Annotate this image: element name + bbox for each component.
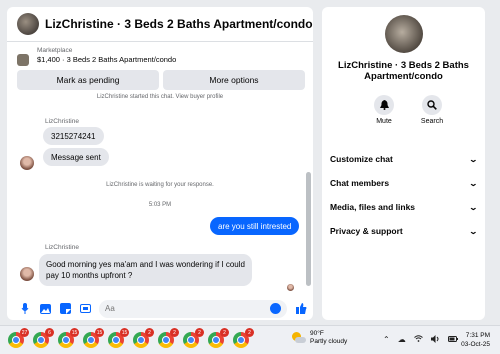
search-label: Search	[420, 118, 444, 125]
sender-name: LizChristine	[45, 244, 79, 251]
notification-badge: 2	[170, 328, 179, 337]
message-bubble[interactable]: 3215274241	[43, 127, 104, 145]
chrome-icon[interactable]: 27	[8, 328, 29, 348]
cloud-icon[interactable]: ☁	[398, 335, 406, 345]
notification-badge: 2	[145, 328, 154, 337]
chrome-icon[interactable]: 6	[33, 328, 54, 348]
mute-button[interactable]: Mute	[368, 95, 400, 125]
message-line: Good morning yes ma'am and I was wonderi…	[46, 260, 245, 269]
conversation-title-line: Apartment/condo	[364, 71, 443, 82]
message-thread: LizChristine started this chat. View buy…	[7, 94, 313, 294]
message-bubble[interactable]: Good morning yes ma'am and I was wonderi…	[39, 254, 252, 286]
weather-description: Partly cloudy	[310, 338, 348, 345]
chrome-icon[interactable]: 2	[233, 328, 254, 348]
system-tray: ⌃ ☁	[383, 335, 458, 345]
sticker-icon[interactable]	[59, 303, 71, 315]
chevron-down-icon: ⌄	[468, 226, 479, 236]
gif-icon[interactable]	[79, 303, 91, 315]
chrome-icon[interactable]: 15	[58, 328, 79, 348]
marketplace-label: Marketplace	[37, 47, 73, 54]
waiting-notice: LizChristine is waiting for your respons…	[106, 182, 214, 188]
profile-photo[interactable]	[385, 15, 423, 53]
conversation-title-line: LizChristine · 3 Beds 2 Baths	[338, 60, 469, 71]
message-bubble[interactable]: Message sent	[43, 148, 109, 166]
chevron-down-icon: ⌄	[468, 154, 479, 164]
notification-badge: 15	[120, 328, 129, 337]
sender-name: LizChristine	[45, 118, 79, 125]
system-clock[interactable]: 7:31 PM 03-Oct-25	[461, 331, 490, 349]
wifi-icon[interactable]	[413, 335, 423, 345]
outgoing-message-bubble[interactable]: are you still intrested	[210, 217, 300, 235]
menu-chat-members[interactable]: Chat members ⌄	[330, 171, 479, 195]
thumbs-up-icon[interactable]	[295, 303, 307, 315]
search-button[interactable]: Search	[416, 95, 448, 125]
menu-media-files-links[interactable]: Media, files and links ⌄	[330, 195, 479, 219]
contact-avatar-small	[20, 156, 34, 170]
mark-as-pending-button[interactable]: Mark as pending	[17, 70, 159, 90]
chevron-down-icon: ⌄	[468, 178, 479, 188]
emoji-icon[interactable]	[270, 303, 281, 314]
notification-badge: 2	[195, 328, 204, 337]
listing-description: $1,400 · 3 Beds 2 Baths Apartment/condo	[37, 55, 177, 64]
battery-icon[interactable]	[447, 335, 458, 345]
message-input[interactable]	[105, 304, 270, 313]
search-icon	[422, 95, 442, 115]
scrollbar-thumb[interactable]	[306, 172, 311, 286]
chrome-icon[interactable]: 15	[108, 328, 129, 348]
menu-label: Customize chat	[330, 154, 393, 164]
photo-icon[interactable]	[39, 303, 51, 315]
conversation-info-panel: LizChristine · 3 Beds 2 Baths Apartment/…	[322, 7, 485, 320]
contact-avatar[interactable]	[17, 13, 39, 35]
chrome-icon[interactable]: 15	[83, 328, 104, 348]
contact-avatar-small	[20, 267, 34, 281]
menu-label: Chat members	[330, 178, 390, 188]
chrome-icon[interactable]: 2	[158, 328, 179, 348]
notification-badge: 6	[45, 328, 54, 337]
notification-badge: 27	[20, 328, 29, 337]
timestamp: 5:03 PM	[148, 202, 172, 208]
clock-time: 7:31 PM	[465, 332, 490, 339]
chat-panel: LizChristine · 3 Beds 2 Baths Apartment/…	[7, 7, 313, 320]
chrome-icon[interactable]: 2	[133, 328, 154, 348]
mute-label: Mute	[376, 118, 392, 125]
info-menu: Customize chat ⌄ Chat members ⌄ Media, f…	[330, 147, 479, 243]
notification-badge: 15	[95, 328, 104, 337]
chat-header: LizChristine · 3 Beds 2 Baths Apartment/…	[7, 7, 313, 41]
bell-icon	[374, 95, 394, 115]
message-line: pay 10 months upfront ?	[46, 271, 133, 280]
chevron-down-icon: ⌄	[468, 202, 479, 212]
taskbar: 27 6 15 15 15 2 2 2 2 2 90°F Partly clou…	[0, 325, 500, 354]
volume-icon[interactable]	[430, 335, 440, 345]
chrome-icon[interactable]: 2	[208, 328, 229, 348]
message-composer	[7, 297, 313, 320]
notification-badge: 15	[70, 328, 79, 337]
listing-thumbnail	[17, 54, 29, 66]
menu-privacy-support[interactable]: Privacy & support ⌄	[330, 219, 479, 243]
screen: LizChristine · 3 Beds 2 Baths Apartment/…	[0, 0, 500, 354]
chat-title[interactable]: LizChristine · 3 Beds 2 Baths Apartment/…	[45, 17, 313, 31]
clock-date: 03-Oct-25	[461, 341, 490, 348]
notification-badge: 2	[220, 328, 229, 337]
chrome-icon[interactable]: 2	[183, 328, 204, 348]
more-options-button[interactable]: More options	[163, 70, 305, 90]
microphone-icon[interactable]	[19, 303, 31, 315]
marketplace-listing[interactable]: Marketplace $1,400 · 3 Beds 2 Baths Apar…	[7, 42, 313, 70]
weather-temperature: 90°F	[310, 330, 324, 337]
taskbar-apps: 27 6 15 15 15 2 2 2 2 2	[8, 328, 254, 348]
weather-widget[interactable]: 90°F Partly cloudy	[292, 330, 347, 346]
chat-started-notice[interactable]: LizChristine started this chat. View buy…	[7, 94, 313, 100]
conversation-title: LizChristine · 3 Beds 2 Baths Apartment/…	[322, 60, 485, 82]
read-receipt-avatar	[287, 284, 294, 291]
partly-cloudy-icon	[292, 331, 306, 345]
message-input-wrapper	[99, 299, 287, 318]
notification-badge: 2	[245, 328, 254, 337]
menu-label: Privacy & support	[330, 226, 403, 236]
menu-label: Media, files and links	[330, 202, 416, 212]
chevron-up-icon[interactable]: ⌃	[383, 335, 390, 345]
menu-customize-chat[interactable]: Customize chat ⌄	[330, 147, 479, 171]
